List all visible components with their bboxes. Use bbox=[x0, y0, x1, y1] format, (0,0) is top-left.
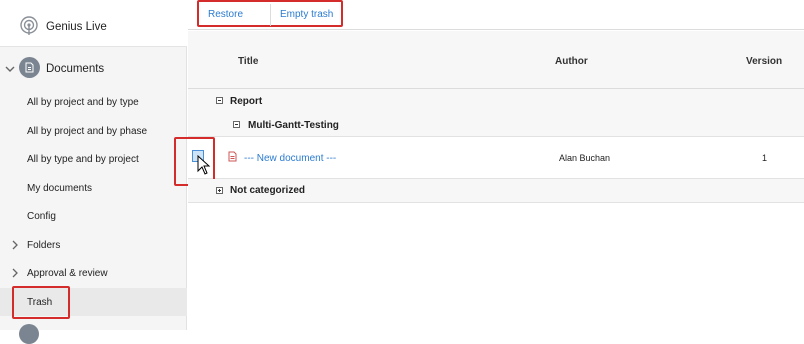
document-title-link[interactable]: --- New document --- bbox=[244, 153, 336, 164]
document-version: 1 bbox=[762, 153, 768, 163]
trash-highlight-box bbox=[12, 286, 70, 319]
sidebar-item-all-by-project-and-type[interactable]: All by project and by type bbox=[0, 88, 187, 116]
column-header-version[interactable]: Version bbox=[746, 56, 782, 67]
sidebar-item-all-by-project-and-phase[interactable]: All by project and by phase bbox=[0, 117, 187, 145]
app-title: Genius Live bbox=[46, 21, 107, 33]
documents-icon bbox=[19, 57, 40, 78]
collapse-icon[interactable] bbox=[233, 121, 240, 128]
group-label: Multi-Gantt-Testing bbox=[248, 120, 339, 131]
app-header[interactable]: Genius Live bbox=[0, 0, 187, 47]
documents-section-label: Documents bbox=[46, 63, 105, 75]
sidebar-item-folders[interactable]: Folders bbox=[0, 231, 187, 259]
toolbar-highlight-box: Restore Empty trash bbox=[197, 0, 343, 27]
sidebar: Genius Live Documents All by project and… bbox=[0, 0, 187, 344]
broadcast-icon bbox=[20, 16, 38, 35]
sidebar-item-my-documents[interactable]: My documents bbox=[0, 174, 187, 202]
group-label: Report bbox=[230, 96, 263, 107]
group-row-report: Report bbox=[188, 89, 804, 113]
restore-button[interactable]: Restore bbox=[208, 9, 243, 20]
expand-icon[interactable] bbox=[216, 187, 223, 194]
chevron-down-icon bbox=[5, 66, 15, 72]
collapse-icon[interactable] bbox=[216, 97, 223, 104]
sidebar-item-approval-review[interactable]: Approval & review bbox=[0, 259, 187, 287]
table-header: Title Author Version bbox=[188, 31, 804, 89]
sidebar-item-config[interactable]: Config bbox=[0, 202, 187, 230]
section-icon bbox=[19, 324, 39, 344]
toolbar-divider bbox=[270, 4, 271, 26]
group-label: Not categorized bbox=[230, 185, 306, 196]
chevron-right-icon bbox=[12, 268, 18, 278]
chevron-right-icon bbox=[12, 240, 18, 250]
sidebar-item-all-by-type-and-project[interactable]: All by type and by project bbox=[0, 145, 187, 173]
empty-trash-button[interactable]: Empty trash bbox=[280, 9, 333, 20]
group-row-not-categorized: Not categorized bbox=[188, 179, 804, 203]
document-author: Alan Buchan bbox=[559, 153, 611, 163]
document-icon bbox=[228, 151, 237, 162]
column-header-author[interactable]: Author bbox=[555, 56, 588, 67]
group-row-multi-gantt-testing: Multi-Gantt-Testing bbox=[188, 113, 804, 137]
column-header-title[interactable]: Title bbox=[238, 56, 258, 67]
documents-section[interactable]: Documents bbox=[0, 55, 187, 83]
toolbar: Restore Empty trash bbox=[188, 0, 804, 30]
